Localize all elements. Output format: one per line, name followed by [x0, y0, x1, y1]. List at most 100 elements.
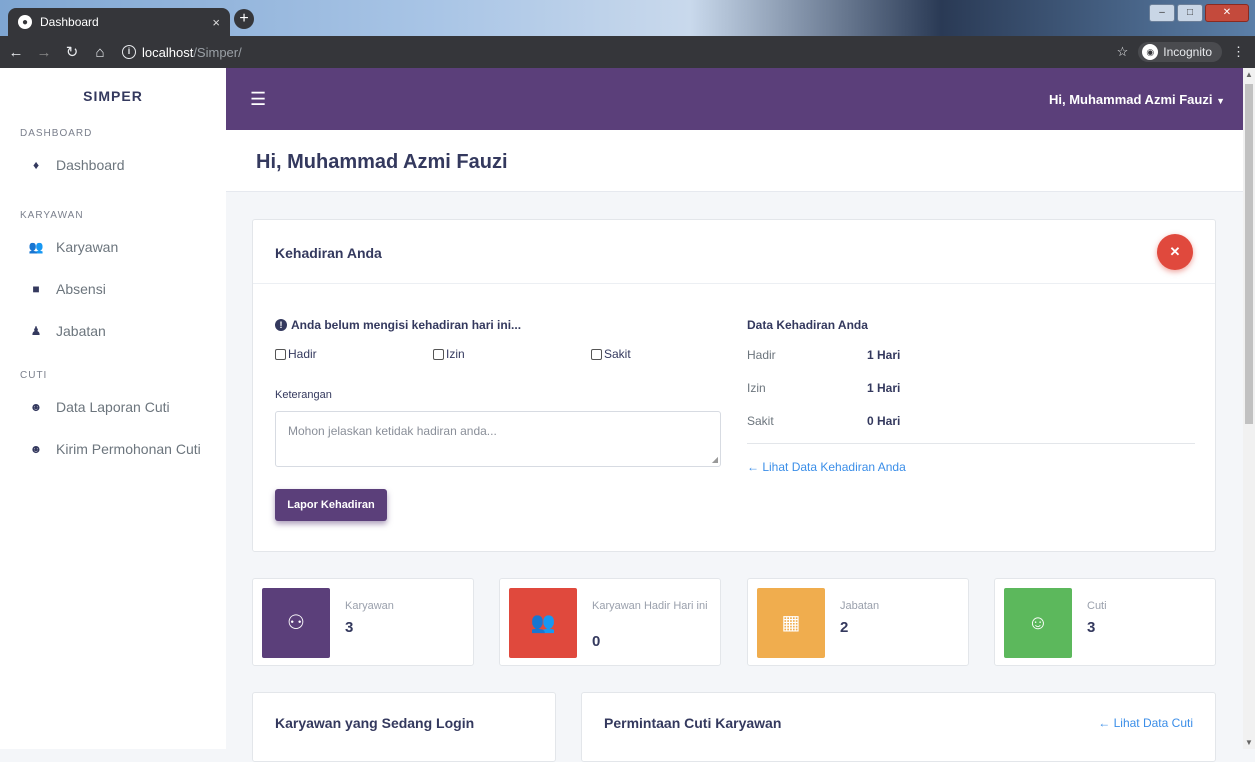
maximize-icon[interactable]: □ — [1177, 4, 1203, 22]
summary-card-jabatan: ▦ Jabatan 2 — [747, 578, 969, 666]
clipboard-icon: ■ — [32, 282, 40, 296]
summary-label: Karyawan Hadir Hari ini — [592, 600, 708, 612]
smile-icon: ☻ — [29, 442, 43, 456]
summary-value: 0 — [592, 633, 601, 650]
new-tab-button[interactable]: + — [234, 9, 254, 29]
summary-label: Karyawan — [345, 600, 394, 612]
attendance-warning: ! Anda belum mengisi kehadiran hari ini.… — [275, 318, 521, 332]
checkbox-label: Izin — [446, 347, 465, 361]
stat-row-izin: Izin 1 Hari — [747, 381, 900, 395]
sidebar-item-label: Data Laporan Cuti — [56, 399, 170, 415]
browser-tab-strip: ● Dashboard × + – □ ✕ — [0, 0, 1255, 36]
incognito-badge[interactable]: ◉ Incognito — [1138, 42, 1222, 62]
checkbox-sakit[interactable]: Sakit — [591, 347, 631, 361]
close-button[interactable]: ✕ — [1157, 234, 1193, 270]
stat-label: Hadir — [747, 348, 776, 362]
keterangan-textarea[interactable]: Mohon jelaskan ketidak hadiran anda... ◢ — [275, 411, 721, 467]
sidebar-item-jabatan[interactable]: ♟ Jabatan — [0, 310, 226, 352]
menu-header-karyawan: KARYAWAN — [20, 210, 84, 221]
sidebar-item-label: Karyawan — [56, 239, 119, 255]
users-icon: 👥 — [28, 240, 44, 254]
summary-value: 2 — [840, 619, 849, 636]
summary-card-hadir: 👥 Karyawan Hadir Hari ini 0 — [499, 578, 721, 666]
page-title: Hi, Muhammad Azmi Fauzi — [256, 151, 508, 173]
menu-header-cuti: CUTI — [20, 370, 48, 381]
page-scrollbar[interactable]: ▲ ▼ — [1243, 68, 1255, 749]
url-field[interactable]: i localhost /Simper/ — [122, 45, 242, 60]
home-icon[interactable]: ⌂ — [88, 44, 112, 61]
stat-value: 0 Hari — [867, 414, 901, 428]
attendance-card: Kehadiran Anda ✕ ! Anda belum mengisi ke… — [252, 219, 1216, 552]
incognito-icon: ◉ — [1142, 44, 1159, 60]
smile-icon: ☺ — [1004, 588, 1072, 658]
leave-requests-card: Permintaan Cuti Karyawan ← Lihat Data Cu… — [581, 692, 1216, 762]
attendance-warning-text: Anda belum mengisi kehadiran hari ini... — [291, 318, 522, 332]
reload-icon[interactable]: ↻ — [60, 43, 84, 61]
summary-card-cuti: ☺ Cuti 3 — [994, 578, 1216, 666]
lihat-data-cuti-link[interactable]: ← Lihat Data Cuti — [1098, 716, 1193, 730]
url-host: localhost — [142, 44, 194, 60]
checkbox-box[interactable] — [591, 348, 602, 360]
attendance-stats-title: Data Kehadiran Anda — [747, 318, 868, 332]
close-tab-icon[interactable]: × — [212, 15, 220, 30]
sidebar-item-absensi[interactable]: ■ Absensi — [0, 268, 226, 310]
stat-row-sakit: Sakit 0 Hari — [747, 414, 900, 428]
sidebar-item-kirim-permohonan-cuti[interactable]: ☻ Kirim Permohonan Cuti — [0, 428, 226, 470]
summary-value: 3 — [345, 619, 354, 636]
exclamation-circle-icon: ! — [275, 319, 287, 331]
forward-arrow-icon[interactable]: → — [32, 44, 56, 61]
section-header: Hi, Muhammad Azmi Fauzi — [226, 130, 1243, 192]
sidebar-item-karyawan[interactable]: 👥 Karyawan — [0, 226, 226, 268]
sidebar-item-label: Dashboard — [56, 157, 125, 173]
browser-tab[interactable]: ● Dashboard × — [8, 8, 230, 36]
bookmark-star-icon[interactable]: ☆ — [1117, 44, 1129, 60]
summary-label: Cuti — [1087, 600, 1107, 612]
url-path: /Simper/ — [193, 44, 242, 60]
keterangan-label: Keterangan — [275, 389, 332, 401]
globe-icon: ● — [18, 15, 32, 29]
top-navbar: ☰ Hi, Muhammad Azmi Fauzi ▼ — [226, 68, 1243, 130]
window-close-icon[interactable]: ✕ — [1205, 4, 1249, 22]
scroll-up-icon[interactable]: ▲ — [1243, 70, 1255, 79]
address-bar: ← → ↻ ⌂ i localhost /Simper/ ☆ ◉ Incogni… — [0, 36, 1255, 68]
smile-icon: ☻ — [29, 400, 43, 414]
sidebar-item-label: Absensi — [56, 281, 106, 297]
back-arrow-icon[interactable]: ← — [4, 44, 28, 61]
lihat-data-kehadiran-link[interactable]: ← Lihat Data Kehadiran Anda — [747, 460, 906, 474]
browser-menu-icon[interactable]: ⋮ — [1232, 44, 1245, 60]
resize-handle-icon[interactable]: ◢ — [712, 455, 718, 464]
user-icon: ⚇ — [262, 588, 330, 658]
sidebar-item-label: Jabatan — [56, 323, 106, 339]
stat-label: Izin — [747, 381, 766, 395]
users-icon: 👥 — [509, 588, 577, 658]
user-dropdown[interactable]: Hi, Muhammad Azmi Fauzi ▼ — [1049, 92, 1225, 107]
checkbox-box[interactable] — [433, 348, 444, 360]
leave-requests-title: Permintaan Cuti Karyawan — [604, 715, 782, 731]
hamburger-menu-icon[interactable]: ☰ — [250, 89, 266, 110]
divider — [747, 443, 1195, 444]
browser-tab-title: Dashboard — [40, 15, 99, 29]
checkbox-label: Hadir — [288, 347, 317, 361]
stat-value: 1 Hari — [867, 348, 901, 362]
sidebar-item-dashboard[interactable]: ♦ Dashboard — [0, 144, 226, 186]
attendance-title: Kehadiran Anda — [275, 245, 382, 261]
sidebar-item-label: Kirim Permohonan Cuti — [56, 441, 201, 457]
site-info-icon[interactable]: i — [122, 45, 136, 59]
brand-logo[interactable]: SIMPER — [0, 68, 226, 124]
minimize-icon[interactable]: – — [1149, 4, 1175, 22]
checkbox-box[interactable] — [275, 348, 286, 360]
stat-label: Sakit — [747, 414, 774, 428]
scroll-down-icon[interactable]: ▼ — [1243, 738, 1255, 747]
incognito-label: Incognito — [1163, 45, 1212, 59]
lapor-kehadiran-button[interactable]: Lapor Kehadiran — [275, 489, 387, 521]
scrollbar-thumb[interactable] — [1245, 84, 1253, 424]
caret-down-icon: ▼ — [1216, 96, 1225, 106]
building-icon: ▦ — [757, 588, 825, 658]
fire-icon: ♦ — [32, 158, 40, 172]
checkbox-hadir[interactable]: Hadir — [275, 347, 317, 361]
stat-row-hadir: Hadir 1 Hari — [747, 348, 900, 362]
window-controls: – □ ✕ — [1149, 4, 1249, 22]
user-dropdown-label: Hi, Muhammad Azmi Fauzi — [1048, 92, 1213, 107]
checkbox-izin[interactable]: Izin — [433, 347, 465, 361]
sidebar-item-data-laporan-cuti[interactable]: ☻ Data Laporan Cuti — [0, 386, 226, 428]
